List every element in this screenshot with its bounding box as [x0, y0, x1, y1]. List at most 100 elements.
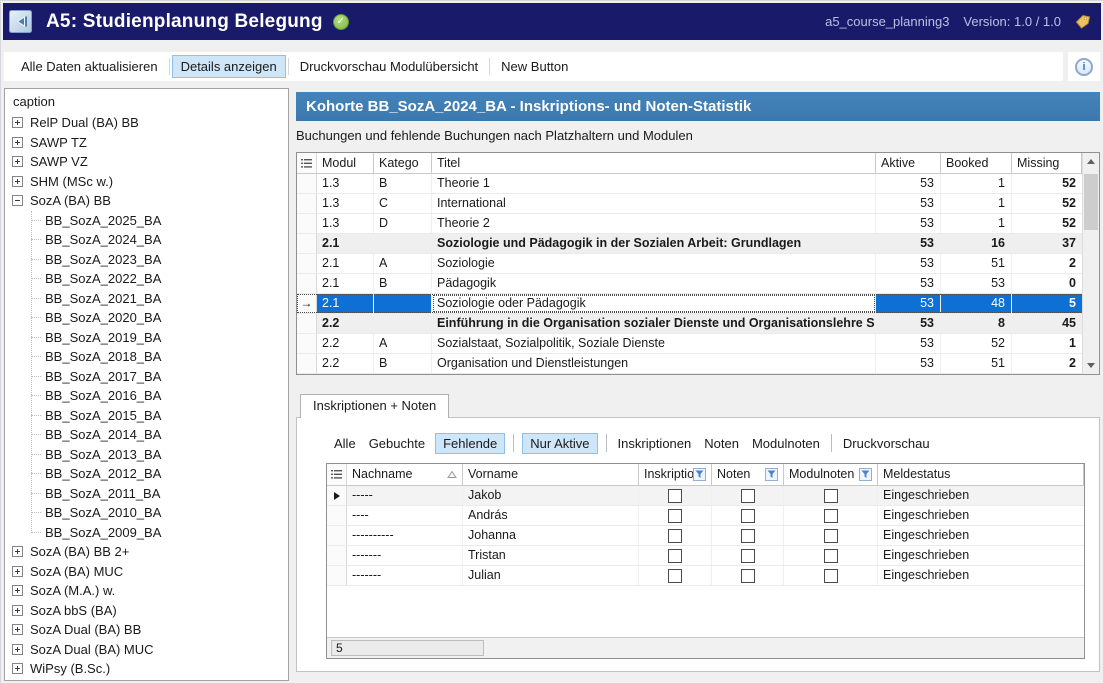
student-row[interactable]: ------- Julian Eingeschrieben — [327, 566, 1084, 586]
filter-inskriptionen-button[interactable]: Inskriptionen — [615, 434, 695, 453]
module-group-row[interactable]: 2.1 Soziologie und Pädagogik in der Sozi… — [297, 234, 1099, 254]
tree-item-shm[interactable]: SHM (MSc w.) — [5, 172, 288, 192]
tree-item-soza-bbs[interactable]: SozA bbS (BA) — [5, 601, 288, 621]
col-aktive[interactable]: Aktive — [876, 153, 941, 174]
col-meldestatus[interactable]: Meldestatus — [878, 464, 1084, 486]
module-row[interactable]: 1.3 C International 53 1 52 — [297, 194, 1099, 214]
tree-item-cohort[interactable]: BB_SozA_2020_BA — [5, 308, 288, 328]
expand-icon[interactable] — [12, 156, 23, 167]
tab-inskriptionen-noten[interactable]: Inskriptionen + Noten — [300, 394, 449, 418]
col-noten[interactable]: Noten — [712, 464, 784, 486]
tree-item-cohort[interactable]: BB_SozA_2012_BA — [5, 464, 288, 484]
col-kategorie[interactable]: Katego — [374, 153, 432, 174]
module-row[interactable]: 1.3 B Theorie 1 53 1 52 — [297, 174, 1099, 194]
module-row[interactable]: 2.2 B Organisation und Dienstleistungen … — [297, 354, 1099, 374]
tree-item-cohort[interactable]: BB_SozA_2017_BA — [5, 367, 288, 387]
expand-icon[interactable] — [12, 585, 23, 596]
student-row[interactable]: ---------- Johanna Eingeschrieben — [327, 526, 1084, 546]
tree-item-cohort[interactable]: BB_SozA_2014_BA — [5, 425, 288, 445]
filter-alle-button[interactable]: Alle — [331, 434, 359, 453]
noten-checkbox[interactable] — [741, 569, 755, 583]
inskription-checkbox[interactable] — [668, 489, 682, 503]
module-group-row[interactable]: 2.2 Einführung in die Organisation sozia… — [297, 314, 1099, 334]
filter-nur-aktive-button[interactable]: Nur Aktive — [522, 433, 597, 454]
tree-item-cohort[interactable]: BB_SozA_2025_BA — [5, 211, 288, 231]
student-row[interactable]: ------- Tristan Eingeschrieben — [327, 546, 1084, 566]
inskription-checkbox[interactable] — [668, 509, 682, 523]
show-details-button[interactable]: Details anzeigen — [172, 55, 286, 78]
tree-item-sawp-tz[interactable]: SAWP TZ — [5, 133, 288, 153]
inskription-checkbox[interactable] — [668, 549, 682, 563]
druckvorschau-button[interactable]: Druckvorschau — [840, 434, 933, 453]
funnel-icon[interactable] — [765, 468, 778, 481]
scroll-thumb[interactable] — [1084, 174, 1098, 230]
col-booked[interactable]: Booked — [941, 153, 1012, 174]
modulnoten-checkbox[interactable] — [824, 549, 838, 563]
noten-checkbox[interactable] — [741, 509, 755, 523]
tree-item-cohort[interactable]: BB_SozA_2010_BA — [5, 503, 288, 523]
module-grid-scrollbar[interactable] — [1082, 153, 1099, 374]
modulnoten-checkbox[interactable] — [824, 529, 838, 543]
expand-icon[interactable] — [12, 605, 23, 616]
inskription-checkbox[interactable] — [668, 569, 682, 583]
col-missing[interactable]: Missing — [1012, 153, 1082, 174]
expand-icon[interactable] — [12, 644, 23, 655]
scroll-up-button[interactable] — [1083, 153, 1099, 170]
noten-checkbox[interactable] — [741, 529, 755, 543]
noten-checkbox[interactable] — [741, 549, 755, 563]
filter-noten-button[interactable]: Noten — [701, 434, 742, 453]
expand-icon[interactable] — [12, 624, 23, 635]
col-titel[interactable]: Titel — [432, 153, 876, 174]
collapse-icon[interactable] — [12, 195, 23, 206]
filter-fehlende-button[interactable]: Fehlende — [435, 433, 505, 454]
tree-item-cohort[interactable]: BB_SozA_2015_BA — [5, 406, 288, 426]
tree-item-soza-ba-muc[interactable]: SozA (BA) MUC — [5, 562, 288, 582]
expand-icon[interactable] — [12, 546, 23, 557]
grid-corner-button[interactable] — [327, 464, 347, 486]
tree-item-soza-dual-muc[interactable]: SozA Dual (BA) MUC — [5, 640, 288, 660]
expand-icon[interactable] — [12, 137, 23, 148]
expand-icon[interactable] — [12, 663, 23, 674]
inskription-checkbox[interactable] — [668, 529, 682, 543]
col-inskription[interactable]: Inskription — [639, 464, 712, 486]
modulnoten-checkbox[interactable] — [824, 489, 838, 503]
noten-checkbox[interactable] — [741, 489, 755, 503]
tree-item-soza-ma[interactable]: SozA (M.A.) w. — [5, 581, 288, 601]
tree-item-cohort[interactable]: BB_SozA_2023_BA — [5, 250, 288, 270]
info-button[interactable]: i — [1068, 52, 1100, 81]
module-row[interactable]: 1.3 D Theorie 2 53 1 52 — [297, 214, 1099, 234]
module-row-selected[interactable]: → 2.1 Soziologie oder Pädagogik 53 48 5 — [297, 294, 1099, 314]
tree-item-soza-ba-bb[interactable]: SozA (BA) BB — [5, 191, 288, 211]
col-nachname[interactable]: Nachname — [347, 464, 463, 486]
filter-modulnoten-button[interactable]: Modulnoten — [749, 434, 823, 453]
tree-item-cohort[interactable]: BB_SozA_2019_BA — [5, 328, 288, 348]
filter-gebuchte-button[interactable]: Gebuchte — [366, 434, 428, 453]
back-button[interactable] — [9, 10, 32, 33]
col-vorname[interactable]: Vorname — [463, 464, 639, 486]
tree-item-cohort[interactable]: BB_SozA_2021_BA — [5, 289, 288, 309]
student-row[interactable]: ---- András Eingeschrieben — [327, 506, 1084, 526]
new-button[interactable]: New Button — [492, 55, 577, 78]
module-row[interactable]: 2.1 A Soziologie 53 51 2 — [297, 254, 1099, 274]
modulnoten-checkbox[interactable] — [824, 509, 838, 523]
tree-item-soza-dual-bb[interactable]: SozA Dual (BA) BB — [5, 620, 288, 640]
col-modul[interactable]: Modul — [317, 153, 374, 174]
refresh-all-button[interactable]: Alle Daten aktualisieren — [12, 55, 167, 78]
print-preview-modules-button[interactable]: Druckvorschau Modulübersicht — [291, 55, 487, 78]
module-row[interactable]: 2.2 A Sozialstaat, Sozialpolitik, Sozial… — [297, 334, 1099, 354]
tree-item-cohort[interactable]: BB_SozA_2018_BA — [5, 347, 288, 367]
tree-item-wipsy[interactable]: WiPsy (B.Sc.) — [5, 659, 288, 679]
module-row[interactable]: 2.1 B Pädagogik 53 53 0 — [297, 274, 1099, 294]
grid-corner-button[interactable] — [297, 153, 317, 174]
tree-item-sawp-vz[interactable]: SAWP VZ — [5, 152, 288, 172]
funnel-icon[interactable] — [859, 468, 872, 481]
expand-icon[interactable] — [12, 176, 23, 187]
tree-item-cohort[interactable]: BB_SozA_2011_BA — [5, 484, 288, 504]
expand-icon[interactable] — [12, 117, 23, 128]
tree-item-cohort[interactable]: BB_SozA_2022_BA — [5, 269, 288, 289]
col-modulnoten[interactable]: Modulnoten — [784, 464, 878, 486]
tree-item-cohort[interactable]: BB_SozA_2013_BA — [5, 445, 288, 465]
tree-item-soza-ba-bb2[interactable]: SozA (BA) BB 2+ — [5, 542, 288, 562]
scroll-down-button[interactable] — [1083, 357, 1099, 374]
tree-item-cohort[interactable]: BB_SozA_2009_BA — [5, 523, 288, 543]
